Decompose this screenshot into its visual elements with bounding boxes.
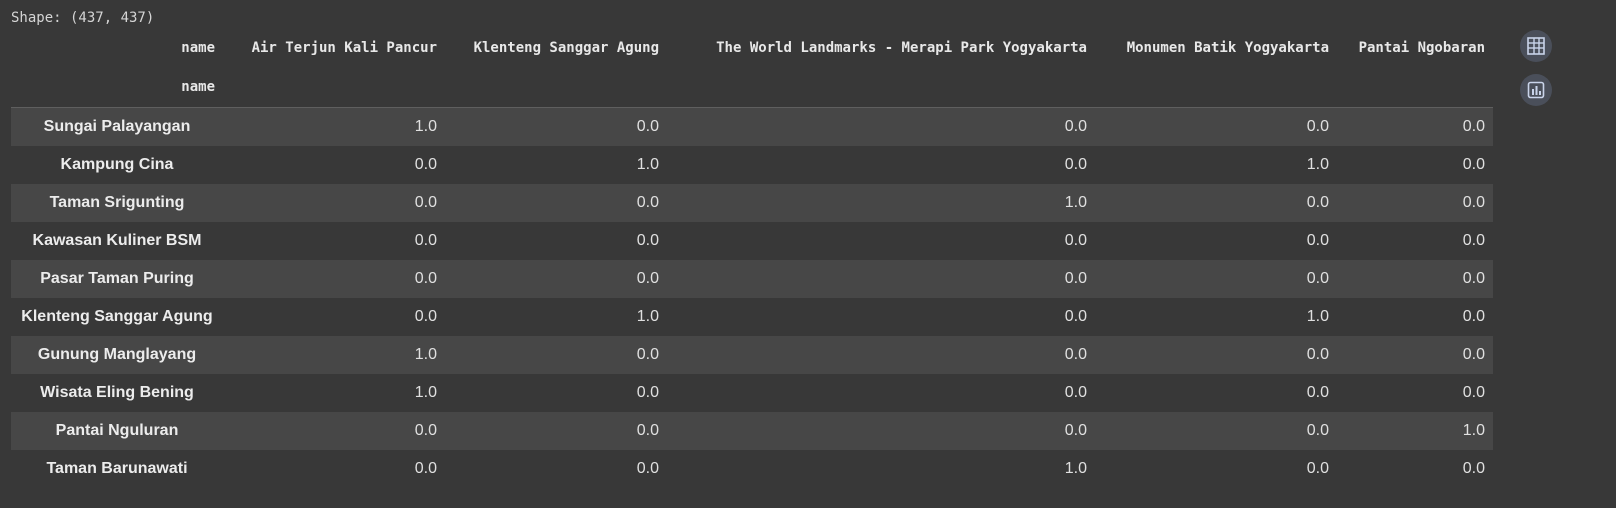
table-cell: 0.0: [636, 193, 659, 211]
index-name-row: name: [11, 67, 1493, 108]
table-cell: 0.0: [414, 307, 437, 325]
table-cell: 0.0: [414, 231, 437, 249]
table-cell: 0.0: [1064, 155, 1087, 173]
row-index-label: Taman Srigunting: [49, 193, 185, 211]
table-row: Kawasan Kuliner BSM 0.0 0.0 0.0 0.0 0.0: [11, 221, 1493, 260]
table-cell: 0.0: [636, 421, 659, 439]
row-index-label: Pantai Nguluran: [55, 421, 179, 439]
table-icon: [1526, 36, 1546, 56]
column-header: The World Landmarks - Merapi Park Yogyak…: [716, 40, 1087, 56]
table-cell: 0.0: [636, 269, 659, 287]
table-cell: 0.0: [1462, 231, 1485, 249]
columns-name-header: name: [181, 40, 215, 56]
row-index-label: Kawasan Kuliner BSM: [32, 231, 202, 249]
table-cell: 0.0: [1306, 421, 1329, 439]
table-cell: 1.0: [1306, 307, 1329, 325]
table-cell: 1.0: [636, 307, 659, 325]
table-cell: 0.0: [414, 269, 437, 287]
table-cell: 0.0: [636, 231, 659, 249]
column-header: Air Terjun Kali Pancur: [251, 40, 437, 56]
table-cell: 1.0: [414, 383, 437, 401]
table-cell: 1.0: [1064, 459, 1087, 477]
row-index-label: Wisata Eling Bening: [40, 383, 194, 401]
row-index-label: Kampung Cina: [60, 155, 174, 173]
table-cell: 1.0: [1306, 155, 1329, 173]
table-row: Gunung Manglayang 1.0 0.0 0.0 0.0 0.0: [11, 335, 1493, 374]
table-cell: 0.0: [1064, 231, 1087, 249]
table-cell: 0.0: [1306, 269, 1329, 287]
dataframe-table: name Air Terjun Kali Pancur Klenteng San…: [11, 29, 1493, 488]
table-cell: 0.0: [1064, 307, 1087, 325]
table-cell: 0.0: [414, 421, 437, 439]
column-header: Pantai Ngobaran: [1358, 40, 1485, 56]
shape-text: Shape: (437, 437): [11, 10, 155, 26]
table-cell: 0.0: [636, 383, 659, 401]
row-index-label: Pasar Taman Puring: [40, 269, 194, 287]
table-row: Taman Barunawati 0.0 0.0 1.0 0.0 0.0: [11, 449, 1493, 488]
table-cell: 0.0: [1306, 231, 1329, 249]
table-cell: 0.0: [1064, 269, 1087, 287]
table-cell: 0.0: [414, 155, 437, 173]
table-cell: 0.0: [1064, 383, 1087, 401]
row-index-label: Gunung Manglayang: [37, 345, 197, 363]
table-cell: 0.0: [1306, 193, 1329, 211]
table-cell: 1.0: [636, 155, 659, 173]
table-cell: 0.0: [1462, 383, 1485, 401]
table-cell: 1.0: [1064, 193, 1087, 211]
table-row: Wisata Eling Bening 1.0 0.0 0.0 0.0 0.0: [11, 373, 1493, 412]
table-cell: 0.0: [1462, 117, 1485, 135]
table-cell: 0.0: [636, 459, 659, 477]
table-cell: 0.0: [1306, 345, 1329, 363]
table-row: Taman Srigunting 0.0 0.0 1.0 0.0 0.0: [11, 183, 1493, 222]
row-index-label: Klenteng Sanggar Agung: [21, 307, 213, 325]
convert-to-table-button[interactable]: [1520, 30, 1552, 62]
table-cell: 0.0: [636, 345, 659, 363]
table-row: Kampung Cina 0.0 1.0 0.0 1.0 0.0: [11, 145, 1493, 184]
table-cell: 0.0: [414, 459, 437, 477]
table-cell: 0.0: [1462, 269, 1485, 287]
table-cell: 1.0: [1462, 421, 1485, 439]
table-cell: 0.0: [1306, 459, 1329, 477]
table-cell: 0.0: [414, 193, 437, 211]
table-cell: 0.0: [1064, 345, 1087, 363]
row-index-label: Taman Barunawati: [46, 459, 188, 477]
table-cell: 1.0: [414, 345, 437, 363]
suggest-charts-button[interactable]: [1520, 74, 1552, 106]
column-header: Klenteng Sanggar Agung: [473, 40, 659, 56]
index-name-header: name: [181, 79, 215, 95]
table-cell: 0.0: [1462, 193, 1485, 211]
table-cell: 0.0: [1462, 345, 1485, 363]
table-cell: 0.0: [1462, 307, 1485, 325]
table-row: Pasar Taman Puring 0.0 0.0 0.0 0.0 0.0: [11, 259, 1493, 298]
table-cell: 0.0: [1306, 383, 1329, 401]
table-cell: 0.0: [636, 117, 659, 135]
column-header: Monumen Batik Yogyakarta: [1126, 40, 1329, 56]
table-cell: 0.0: [1064, 421, 1087, 439]
bar-chart-icon: [1526, 80, 1546, 100]
table-cell: 0.0: [1462, 155, 1485, 173]
cell-output: Shape: (437, 437) name Air Terjun Kali P…: [0, 0, 1616, 508]
table-cell: 0.0: [1064, 117, 1087, 135]
table-cell: 1.0: [414, 117, 437, 135]
table-cell: 0.0: [1462, 459, 1485, 477]
table-row: Pantai Nguluran 0.0 0.0 0.0 0.0 1.0: [11, 411, 1493, 450]
row-index-label: Sungai Palayangan: [43, 117, 191, 135]
table-cell: 0.0: [1306, 117, 1329, 135]
table-row: Sungai Palayangan 1.0 0.0 0.0 0.0 0.0: [11, 107, 1493, 146]
table-row: Klenteng Sanggar Agung 0.0 1.0 0.0 1.0 0…: [11, 297, 1493, 336]
column-header-row: name Air Terjun Kali Pancur Klenteng San…: [11, 29, 1493, 67]
